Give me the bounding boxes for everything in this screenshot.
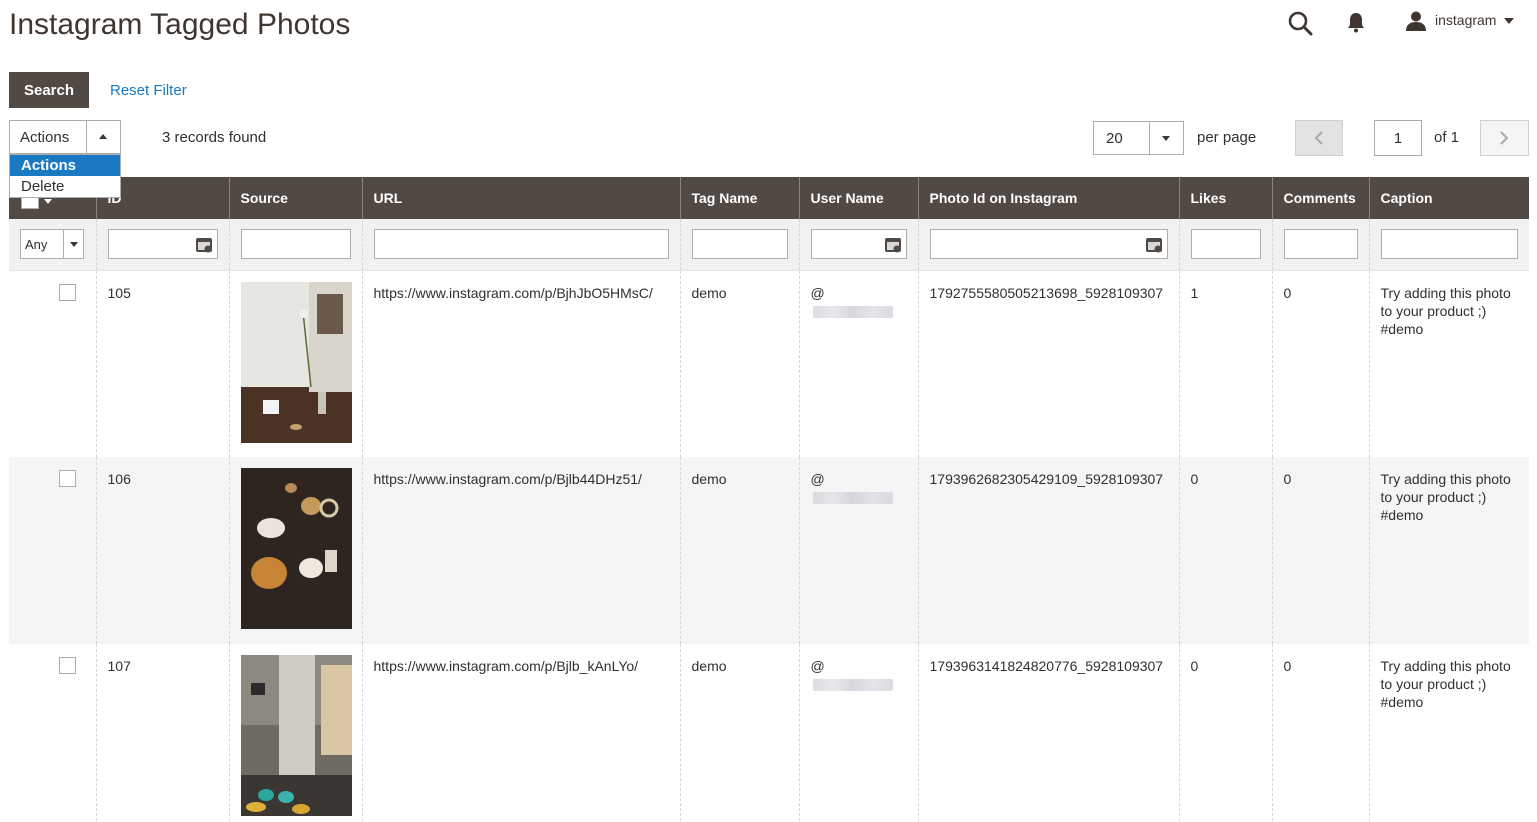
actions-option-delete[interactable]: Delete: [10, 176, 120, 197]
per-page-select[interactable]: 20: [1093, 121, 1184, 155]
page-total: of 1: [1434, 129, 1460, 146]
user-icon[interactable]: [1405, 10, 1427, 32]
filter-row: Any: [9, 219, 1529, 271]
row-checkbox[interactable]: [59, 470, 76, 487]
row-caption: Try adding this photo to your product ;)…: [1368, 270, 1529, 457]
id-filter-input[interactable]: [107, 229, 218, 260]
search-button[interactable]: Search: [9, 72, 89, 108]
tag-name-filter-input[interactable]: [691, 229, 788, 260]
mass-select-caret-icon[interactable]: [44, 199, 52, 204]
row-tag-name: demo: [679, 457, 799, 644]
per-page-label: per page: [1197, 129, 1257, 146]
calendar-icon[interactable]: [1145, 235, 1163, 253]
row-caption: Try adding this photo to your product ;)…: [1368, 457, 1529, 644]
row-tag-name: demo: [679, 644, 799, 822]
calendar-icon[interactable]: [195, 235, 213, 253]
user-menu-caret-icon[interactable]: [1504, 18, 1514, 24]
likes-filter-input[interactable]: [1190, 229, 1261, 260]
mass-select-filter-toggle[interactable]: [63, 230, 83, 259]
next-page-button[interactable]: [1480, 120, 1529, 156]
actions-dropdown-toggle[interactable]: [86, 121, 120, 153]
reset-filter-link[interactable]: Reset Filter: [110, 82, 187, 99]
row-user-name-prefix: @: [810, 658, 825, 674]
mass-select-filter[interactable]: Any: [20, 229, 84, 260]
row-caption: Try adding this photo to your product ;)…: [1368, 644, 1529, 822]
row-url-link[interactable]: https://www.instagram.com/p/Bjlb_kAnLYo/: [361, 644, 680, 822]
actions-option-actions[interactable]: Actions: [10, 155, 120, 176]
row-photo-id: 1793963141824820776_5928109307: [917, 644, 1179, 822]
row-likes: 0: [1178, 644, 1272, 822]
redacted-username: [812, 305, 893, 318]
comments-filter-input[interactable]: [1283, 229, 1358, 260]
column-header-source[interactable]: Source: [228, 177, 362, 219]
row-user-name: @: [798, 644, 918, 822]
row-comments: 0: [1271, 270, 1369, 457]
previous-page-button[interactable]: [1295, 120, 1343, 156]
row-user-name: @: [798, 270, 918, 457]
photo-thumbnail: [240, 468, 352, 629]
actions-dropdown[interactable]: Actions: [9, 120, 121, 154]
url-filter-input[interactable]: [373, 229, 669, 260]
row-user-name-prefix: @: [810, 471, 825, 487]
table-row[interactable]: 106 https://www.instagram.com/p/Bjlb44DH…: [9, 457, 1529, 644]
column-header-tag-name[interactable]: Tag Name: [679, 177, 799, 219]
source-filter-input[interactable]: [240, 229, 351, 260]
per-page-toggle[interactable]: [1149, 122, 1183, 154]
per-page-value: 20: [1106, 130, 1123, 147]
row-id: 105: [95, 270, 229, 457]
row-photo-id: 1792755580505213698_5928109307: [917, 270, 1179, 457]
actions-menu: Actions Delete: [9, 154, 121, 198]
chevron-left-icon: [1314, 131, 1323, 145]
redacted-username: [812, 492, 893, 505]
current-page-input[interactable]: [1374, 120, 1422, 156]
column-header-url[interactable]: URL: [361, 177, 680, 219]
table-row[interactable]: 105 https://www.instagram.com/p/BjhJbO5H…: [9, 270, 1529, 457]
column-header-comments[interactable]: Comments: [1271, 177, 1369, 219]
chevron-right-icon: [1500, 131, 1509, 145]
row-comments: 0: [1271, 457, 1369, 644]
photos-grid: ID Source URL Tag Name User Name Photo I…: [9, 177, 1529, 822]
user-name-filter-input[interactable]: [810, 229, 907, 260]
bell-icon[interactable]: [1345, 11, 1367, 33]
row-user-name: @: [798, 457, 918, 644]
table-row[interactable]: 107 https://www.instagram.com/p/Bjlb_kAn…: [9, 644, 1529, 822]
redacted-username: [812, 679, 893, 692]
row-photo-id: 1793962682305429109_5928109307: [917, 457, 1179, 644]
page-title: Instagram Tagged Photos: [9, 8, 351, 41]
row-checkbox[interactable]: [59, 283, 76, 301]
column-header-caption[interactable]: Caption: [1368, 177, 1529, 219]
row-url-link[interactable]: https://www.instagram.com/p/BjhJbO5HMsC/: [361, 270, 680, 457]
row-tag-name: demo: [679, 270, 799, 457]
photo-thumbnail: [240, 281, 352, 443]
photo-thumbnail: [240, 655, 352, 816]
caption-filter-input[interactable]: [1380, 229, 1518, 260]
row-likes: 0: [1178, 457, 1272, 644]
column-header-photo-id[interactable]: Photo Id on Instagram: [917, 177, 1179, 219]
row-likes: 1: [1178, 270, 1272, 457]
search-icon[interactable]: [1287, 10, 1313, 36]
row-id: 107: [95, 644, 229, 822]
actions-dropdown-label: Actions: [20, 129, 70, 146]
row-url-link[interactable]: https://www.instagram.com/p/Bjlb44DHz51/: [361, 457, 680, 644]
user-menu-name[interactable]: instagram: [1435, 12, 1496, 28]
row-comments: 0: [1271, 644, 1369, 822]
calendar-icon[interactable]: [884, 235, 902, 253]
records-count: 3 records found: [162, 129, 267, 146]
column-header-user-name[interactable]: User Name: [798, 177, 918, 219]
column-header-likes[interactable]: Likes: [1178, 177, 1272, 219]
photo-id-filter-input[interactable]: [929, 229, 1168, 260]
row-user-name-prefix: @: [810, 284, 825, 301]
row-id: 106: [95, 457, 229, 644]
mass-select-filter-value: Any: [25, 237, 48, 253]
row-checkbox[interactable]: [59, 657, 76, 674]
